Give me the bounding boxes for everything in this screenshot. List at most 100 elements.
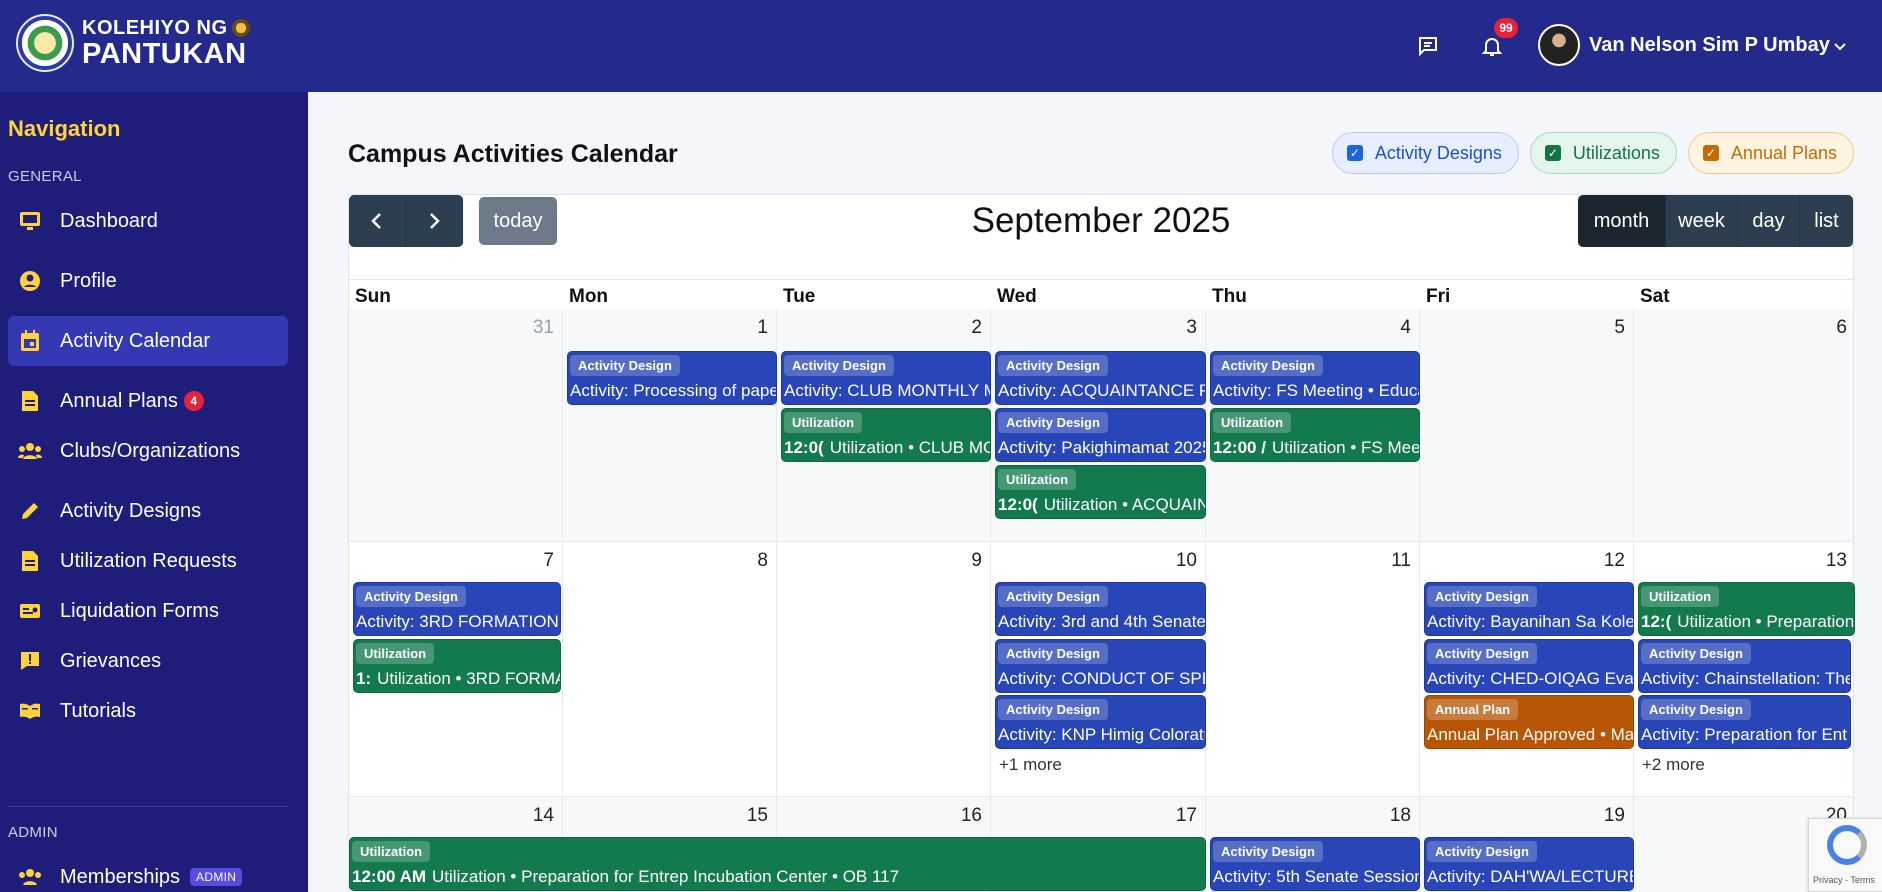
sidebar-item-dashboard[interactable]: Dashboard (8, 196, 288, 246)
sidebar-item-label: Annual Plans (60, 389, 178, 412)
day-cell[interactable]: 9 (777, 542, 991, 796)
day-number: 8 (757, 550, 768, 571)
event-activity-design[interactable]: Activity Design Activity: CLUB MONTHLY M (781, 351, 991, 405)
recaptcha-text[interactable]: Privacy - Terms (1813, 875, 1875, 885)
event-activity-design[interactable]: Activity Design Activity: 5th Senate Sess… (1210, 837, 1420, 891)
filter-label: Annual Plans (1730, 142, 1837, 163)
filter-annual-plans[interactable]: ✓ Annual Plans (1687, 132, 1854, 174)
sidebar-item-label: Dashboard (60, 209, 158, 232)
sidebar-item-utilization-requests[interactable]: Utilization Requests (8, 536, 288, 586)
event-text: Activity: Pakighimamat 2025 (998, 438, 1206, 457)
sidebar-item-tutorials[interactable]: Tutorials (8, 686, 288, 736)
event-text: Activity: Chainstellation: The (1641, 669, 1851, 688)
day-number: 7 (543, 550, 554, 571)
event-activity-design[interactable]: Activity Design Activity: ACQUAINTANCE PA (995, 351, 1206, 405)
event-activity-design[interactable]: Activity Design Activity: Chainstellation… (1638, 639, 1851, 693)
day-number: 18 (1389, 805, 1411, 826)
checkbox-checked-icon[interactable]: ✓ (1346, 145, 1363, 161)
event-tag: Activity Design (998, 643, 1108, 664)
more-events-link[interactable]: +2 more (1642, 755, 1705, 775)
event-annual-plan[interactable]: Annual Plan Annual Plan Approved • Ma (1424, 695, 1634, 749)
event-utilization[interactable]: Utilization 12:(Utilization • Preparation (1638, 582, 1855, 636)
event-utilization[interactable]: Utilization 12:00 AM Utilization • Prepara… (349, 837, 1206, 891)
monitor-icon (18, 209, 42, 233)
college-seal-icon (16, 14, 74, 72)
book-icon (18, 699, 42, 723)
filter-utilizations[interactable]: ✓ Utilizations (1529, 132, 1677, 174)
event-tag: Activity Design (998, 355, 1108, 376)
event-activity-design[interactable]: Activity Design Activity: KNP Himig Color… (995, 695, 1206, 749)
event-activity-design[interactable]: Activity Design Activity: CONDUCT OF SPEC (995, 639, 1206, 693)
view-day-button[interactable]: day (1737, 195, 1799, 247)
chevron-down-icon[interactable] (1826, 32, 1854, 60)
view-list-button[interactable]: list (1799, 195, 1853, 247)
event-tag: Activity Design (998, 586, 1108, 607)
day-cell[interactable]: 6 (1634, 309, 1855, 541)
college-logo[interactable]: KOLEHIYO NG PANTUKAN (16, 14, 250, 72)
messages-icon[interactable] (1414, 32, 1442, 60)
event-activity-design[interactable]: Activity Design Activity: 3RD FORMATION - (353, 582, 561, 636)
sidebar-item-profile[interactable]: Profile (8, 256, 288, 306)
checkbox-checked-icon[interactable]: ✓ (1702, 145, 1719, 161)
event-title: Utilization • ACQUAIN (1043, 495, 1206, 514)
event-utilization[interactable]: Utilization 12:0(Utilization • ACQUAIN (995, 465, 1206, 519)
day-number: 1 (757, 317, 768, 338)
event-activity-design[interactable]: Activity Design Activity: Preparation for… (1638, 695, 1851, 749)
view-week-button[interactable]: week (1665, 195, 1737, 247)
event-title: Utilization • Preparation for Entrep Inc… (432, 867, 900, 886)
event-activity-design[interactable]: Activity Design Activity: Bayanihan Sa Ko… (1424, 582, 1634, 636)
user-avatar[interactable] (1538, 24, 1580, 66)
sidebar-divider (8, 806, 288, 807)
event-utilization[interactable]: Utilization 12:00 / Utilization • FS Meet (1210, 408, 1420, 462)
event-time: 12:00 / (1213, 438, 1266, 457)
event-text: Activity: 3RD FORMATION - (356, 612, 561, 631)
event-activity-design[interactable]: Activity Design Activity: 3rd and 4th Sen… (995, 582, 1206, 636)
sidebar-item-activity-calendar[interactable]: Activity Calendar (8, 316, 288, 366)
event-tag: Utilization (784, 412, 863, 433)
event-activity-design[interactable]: Activity Design Activity: CHED-OIQAG Eval… (1424, 639, 1634, 693)
filter-label: Utilizations (1572, 142, 1660, 163)
event-title: Utilization • Preparation (1677, 612, 1855, 631)
sidebar-item-annual-plans[interactable]: Annual Plans 4 (8, 376, 288, 426)
checkbox-checked-icon[interactable]: ✓ (1544, 145, 1561, 161)
nav-title: Navigation (8, 116, 121, 141)
sidebar-item-memberships[interactable]: Memberships ADMIN (8, 852, 288, 892)
user-name[interactable]: Van Nelson Sim P Umbay (1589, 34, 1830, 57)
day-number: 6 (1836, 317, 1847, 338)
sidebar-item-activity-designs[interactable]: Activity Designs (8, 486, 288, 536)
calendar: today September 2025 month week day list… (348, 194, 1855, 892)
event-tag: Activity Design (998, 699, 1108, 720)
event-text: Activity: Preparation for Ent (1641, 725, 1847, 744)
more-events-link[interactable]: +1 more (999, 755, 1062, 775)
event-time: 1: (356, 669, 372, 688)
event-activity-design[interactable]: Activity Design Activity: DAH'WA/LECTURE (1424, 837, 1634, 891)
event-utilization[interactable]: Utilization 1: Utilization • 3RD FORMAT (353, 639, 561, 693)
day-of-week-header: Sun Mon Tue Wed Thu Fri Sat (349, 279, 1853, 309)
event-text: 12:00 AM Utilization • Preparation for En… (352, 867, 899, 887)
sidebar-item-clubs[interactable]: Clubs/Organizations (8, 426, 288, 476)
sidebar-item-grievances[interactable]: Grievances (8, 636, 288, 686)
sidebar-item-label: Profile (60, 269, 117, 292)
logo-line2: PANTUKAN (82, 37, 247, 70)
day-cell[interactable]: 11 (1206, 542, 1420, 796)
day-cell[interactable]: 8 (563, 542, 777, 796)
user-circle-icon (18, 269, 42, 293)
sidebar-item-liquidation-forms[interactable]: Liquidation Forms (8, 586, 288, 636)
recaptcha-badge[interactable]: Privacy - Terms (1808, 818, 1882, 892)
event-time: 12:0( (784, 438, 824, 457)
event-activity-design[interactable]: Activity Design Activity: Pakighimamat 20… (995, 408, 1206, 462)
day-cell[interactable]: 1 (563, 309, 777, 541)
view-month-button[interactable]: month (1578, 195, 1665, 247)
day-cell[interactable]: 31 (349, 309, 563, 541)
event-text: 12:00 / Utilization • FS Meet (1213, 438, 1419, 458)
event-utilization[interactable]: Utilization 12:0(Utilization • CLUB MO (781, 408, 991, 462)
users-icon (18, 439, 42, 463)
day-cell[interactable]: 5 (1420, 309, 1634, 541)
recaptcha-logo-icon (1827, 825, 1867, 865)
filter-activity-designs[interactable]: ✓ Activity Designs (1331, 132, 1519, 174)
event-tag: Utilization (998, 469, 1077, 490)
day-number: 4 (1400, 317, 1411, 338)
event-activity-design[interactable]: Activity Design Activity: FS Meeting • Ed… (1210, 351, 1420, 405)
event-activity-design[interactable]: Activity Design Activity: Processing of p… (567, 351, 777, 405)
day-number: 10 (1175, 550, 1197, 571)
